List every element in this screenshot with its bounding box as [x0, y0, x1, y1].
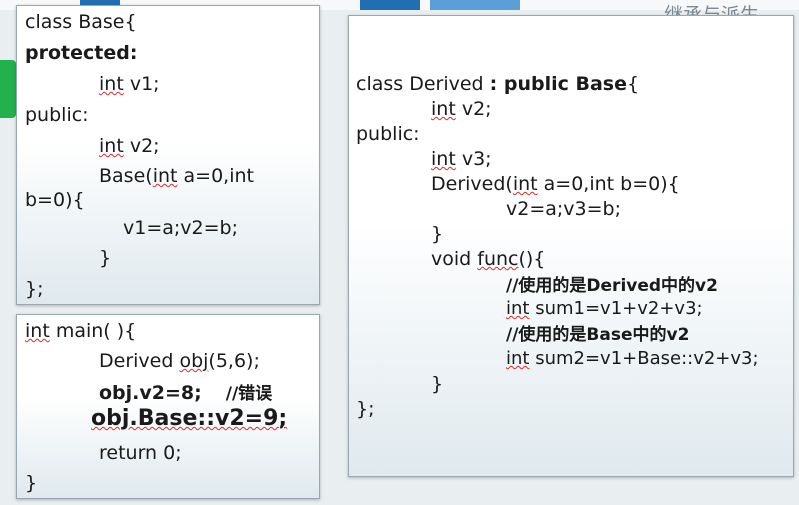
derived-class-code-box: class Derived : public Base{ int v2; pub… — [348, 15, 794, 477]
code-line: void func(){ — [431, 248, 546, 270]
code-line: obj.v2=8;//错误 — [99, 382, 273, 404]
code-line: int v2; — [431, 98, 492, 120]
code-line: int v1; — [99, 73, 160, 95]
code-comment: //使用的是Derived中的v2 — [506, 276, 718, 296]
code-line: int sum1=v1+v2+v3; — [506, 298, 703, 319]
green-side-tab[interactable] — [0, 60, 16, 118]
code-line: public: — [25, 104, 89, 126]
header-decoration — [360, 0, 420, 10]
code-line: v2=a;v3=b; — [506, 198, 622, 220]
code-line: Derived obj(5,6); — [99, 350, 260, 372]
code-line: int v2; — [99, 135, 160, 157]
code-line: Base(int a=0,int — [99, 165, 254, 187]
main-function-code-box: int main( ){ Derived obj(5,6); obj.v2=8;… — [16, 314, 320, 499]
code-line: } — [431, 373, 444, 395]
code-line: return 0; — [99, 442, 182, 464]
code-line: b=0){ — [25, 189, 85, 211]
code-line: v1=a;v2=b; — [123, 217, 239, 239]
code-line: Derived(int a=0,int b=0){ — [431, 173, 680, 195]
code-line: class Derived : public Base{ — [356, 73, 640, 95]
code-line: int sum2=v1+Base::v2+v3; — [506, 348, 759, 369]
code-line: } — [25, 472, 38, 494]
code-line: class Base{ — [25, 11, 137, 33]
base-class-code-box: class Base{ protected: int v1; public: i… — [16, 5, 320, 305]
code-line: public: — [356, 123, 420, 145]
code-line: protected: — [25, 42, 138, 64]
code-line: int main( ){ — [25, 320, 137, 342]
code-line-error: obj.Base::v2=9; — [91, 406, 288, 431]
code-line: int v3; — [431, 148, 492, 170]
code-comment: //使用的是Base中的v2 — [506, 325, 690, 345]
header-decoration — [430, 0, 520, 10]
code-line: } — [99, 247, 112, 269]
code-line: }; — [25, 278, 44, 300]
code-line: }; — [356, 398, 375, 420]
code-line: } — [431, 223, 444, 245]
